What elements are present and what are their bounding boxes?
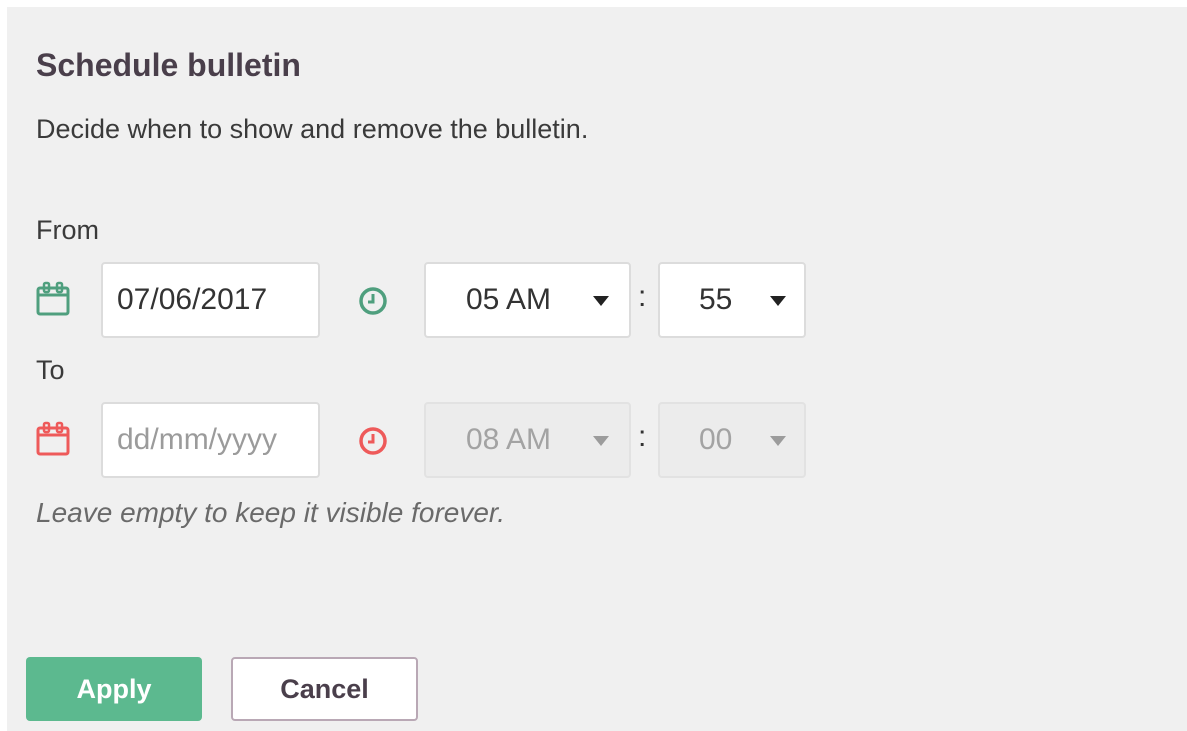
from-hour-select[interactable]: 05 AM	[424, 262, 631, 338]
chevron-down-icon	[770, 436, 786, 446]
from-date-value: 07/06/2017	[117, 283, 268, 316]
clock-icon	[359, 427, 387, 455]
to-date-placeholder: dd/mm/yyyy	[117, 423, 278, 456]
from-minute-select[interactable]: 55	[658, 262, 806, 338]
time-separator: :	[638, 280, 647, 313]
chevron-down-icon	[770, 296, 786, 306]
to-minute-select[interactable]: 00	[658, 402, 806, 478]
hint-text: Leave empty to keep it visible forever.	[36, 497, 505, 528]
chevron-down-icon	[593, 296, 609, 306]
to-hour-select[interactable]: 08 AM	[424, 402, 631, 478]
dialog-subtitle: Decide when to show and remove the bulle…	[36, 114, 589, 144]
from-minute-value: 55	[699, 283, 733, 316]
cancel-button[interactable]: Cancel	[231, 657, 418, 721]
dialog-title: Schedule bulletin	[36, 47, 301, 83]
to-hour-value: 08 AM	[466, 423, 552, 456]
chevron-down-icon	[593, 436, 609, 446]
to-minute-value: 00	[699, 423, 733, 456]
clock-icon	[359, 287, 387, 315]
from-date-input[interactable]: 07/06/2017	[101, 262, 320, 338]
calendar-icon	[36, 281, 70, 316]
apply-button[interactable]: Apply	[26, 657, 202, 721]
schedule-dialog: Schedule bulletin Decide when to show an…	[7, 7, 1187, 731]
from-label: From	[36, 215, 99, 245]
to-label: To	[36, 355, 65, 385]
time-separator: :	[638, 420, 647, 453]
from-row: 07/06/2017 05 AM : 55	[7, 262, 907, 338]
to-row: dd/mm/yyyy 08 AM : 00	[7, 402, 907, 478]
from-hour-value: 05 AM	[466, 283, 552, 316]
to-date-input[interactable]: dd/mm/yyyy	[101, 402, 320, 478]
calendar-icon	[36, 421, 70, 456]
